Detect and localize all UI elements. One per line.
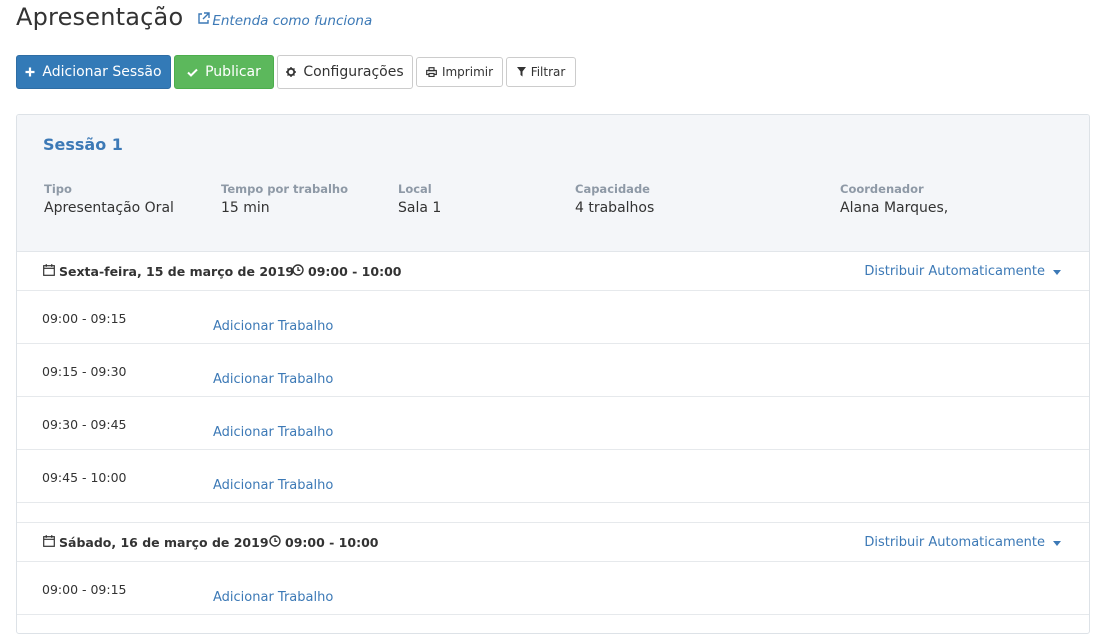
slot-time: 09:30 - 09:45 [42, 417, 127, 432]
day-spacer [17, 503, 1089, 523]
check-icon [187, 68, 198, 77]
time-slot: 09:00 - 09:15 Adicionar Trabalho [17, 291, 1089, 344]
add-work-link[interactable]: Adicionar Trabalho [213, 478, 333, 493]
distribute-dropdown[interactable]: Distribuir Automaticamente [864, 535, 1061, 550]
distribute-label: Distribuir Automaticamente [864, 535, 1045, 550]
field-capacity-label: Capacidade [575, 182, 650, 196]
publish-button[interactable]: Publicar [174, 55, 274, 89]
toolbar: Adicionar Sessão Publicar Configurações … [16, 55, 576, 89]
day-header: Sexta-feira, 15 de março de 2019 09:00 -… [17, 252, 1089, 291]
print-label: Imprimir [441, 65, 494, 79]
settings-button[interactable]: Configurações [277, 55, 413, 89]
time-slot: 09:30 - 09:45 Adicionar Trabalho [17, 397, 1089, 450]
field-capacity: Capacidade 4 trabalhos [575, 182, 654, 216]
clock-icon [269, 535, 285, 550]
add-work-link[interactable]: Adicionar Trabalho [213, 590, 333, 605]
filter-label: Filtrar [530, 65, 566, 79]
field-coordinator-label: Coordenador [840, 182, 924, 196]
slot-time: 09:45 - 10:00 [42, 470, 127, 485]
day-time-label: 09:00 - 10:00 [308, 264, 402, 279]
field-coordinator: Coordenador Alana Marques, [840, 182, 948, 216]
field-capacity-value: 4 trabalhos [575, 200, 655, 216]
slot-time: 09:15 - 09:30 [42, 364, 127, 379]
page-header: Apresentação Entenda como funciona [16, 3, 372, 31]
day-date-label: Sexta-feira, 15 de março de 2019 [59, 264, 295, 279]
help-link[interactable]: Entenda como funciona [197, 12, 372, 29]
plus-icon [25, 67, 35, 77]
settings-label: Configurações [303, 64, 404, 80]
add-work-link[interactable]: Adicionar Trabalho [213, 425, 333, 440]
field-type-label: Tipo [44, 182, 72, 196]
slot-time: 09:00 - 09:15 [42, 311, 127, 326]
caret-down-icon [1045, 535, 1061, 550]
time-slot: 09:45 - 10:00 Adicionar Trabalho [17, 450, 1089, 503]
slot-time: 09:00 - 09:15 [42, 582, 127, 597]
publish-label: Publicar [205, 64, 261, 80]
field-coordinator-value: Alana Marques, [840, 200, 949, 216]
time-slot: 09:00 - 09:15 Adicionar Trabalho [17, 562, 1089, 615]
external-link-icon [197, 12, 212, 29]
add-work-link[interactable]: Adicionar Trabalho [213, 372, 333, 387]
session-panel: Sessão 1 Tipo Apresentação Oral Tempo po… [16, 114, 1090, 634]
field-type-value: Apresentação Oral [44, 200, 174, 216]
filter-button[interactable]: Filtrar [506, 57, 576, 87]
filter-icon [516, 67, 526, 77]
clock-icon [292, 264, 308, 279]
field-duration: Tempo por trabalho 15 min [221, 182, 348, 216]
field-duration-value: 15 min [221, 200, 270, 216]
distribute-label: Distribuir Automaticamente [864, 264, 1045, 279]
gear-icon [286, 67, 297, 77]
day-date: Sexta-feira, 15 de março de 2019 [43, 264, 294, 279]
day-time: 09:00 - 10:00 [292, 264, 401, 279]
caret-down-icon [1045, 264, 1061, 279]
add-session-button[interactable]: Adicionar Sessão [16, 55, 171, 89]
field-location: Local Sala 1 [398, 182, 441, 216]
calendar-icon [43, 264, 59, 279]
field-location-value: Sala 1 [398, 200, 442, 216]
add-work-link[interactable]: Adicionar Trabalho [213, 319, 333, 334]
day-header: Sábado, 16 de março de 2019 09:00 - 10:0… [17, 523, 1089, 562]
day-date: Sábado, 16 de março de 2019 [43, 535, 269, 550]
field-type: Tipo Apresentação Oral [44, 182, 174, 216]
print-icon [426, 67, 437, 77]
help-link-label: Entenda como funciona [212, 12, 373, 29]
time-slot: 09:15 - 09:30 Adicionar Trabalho [17, 344, 1089, 397]
distribute-dropdown[interactable]: Distribuir Automaticamente [864, 264, 1061, 279]
day-date-label: Sábado, 16 de março de 2019 [59, 535, 269, 550]
calendar-icon [43, 535, 59, 550]
session-title: Sessão 1 [43, 135, 123, 154]
page-title: Apresentação [16, 3, 184, 31]
day-time: 09:00 - 10:00 [269, 535, 378, 550]
add-session-label: Adicionar Sessão [42, 64, 162, 80]
print-button[interactable]: Imprimir [416, 57, 503, 87]
session-info: Sessão 1 Tipo Apresentação Oral Tempo po… [17, 115, 1089, 252]
field-location-label: Local [398, 182, 432, 196]
day-time-label: 09:00 - 10:00 [285, 535, 379, 550]
field-duration-label: Tempo por trabalho [221, 182, 348, 196]
